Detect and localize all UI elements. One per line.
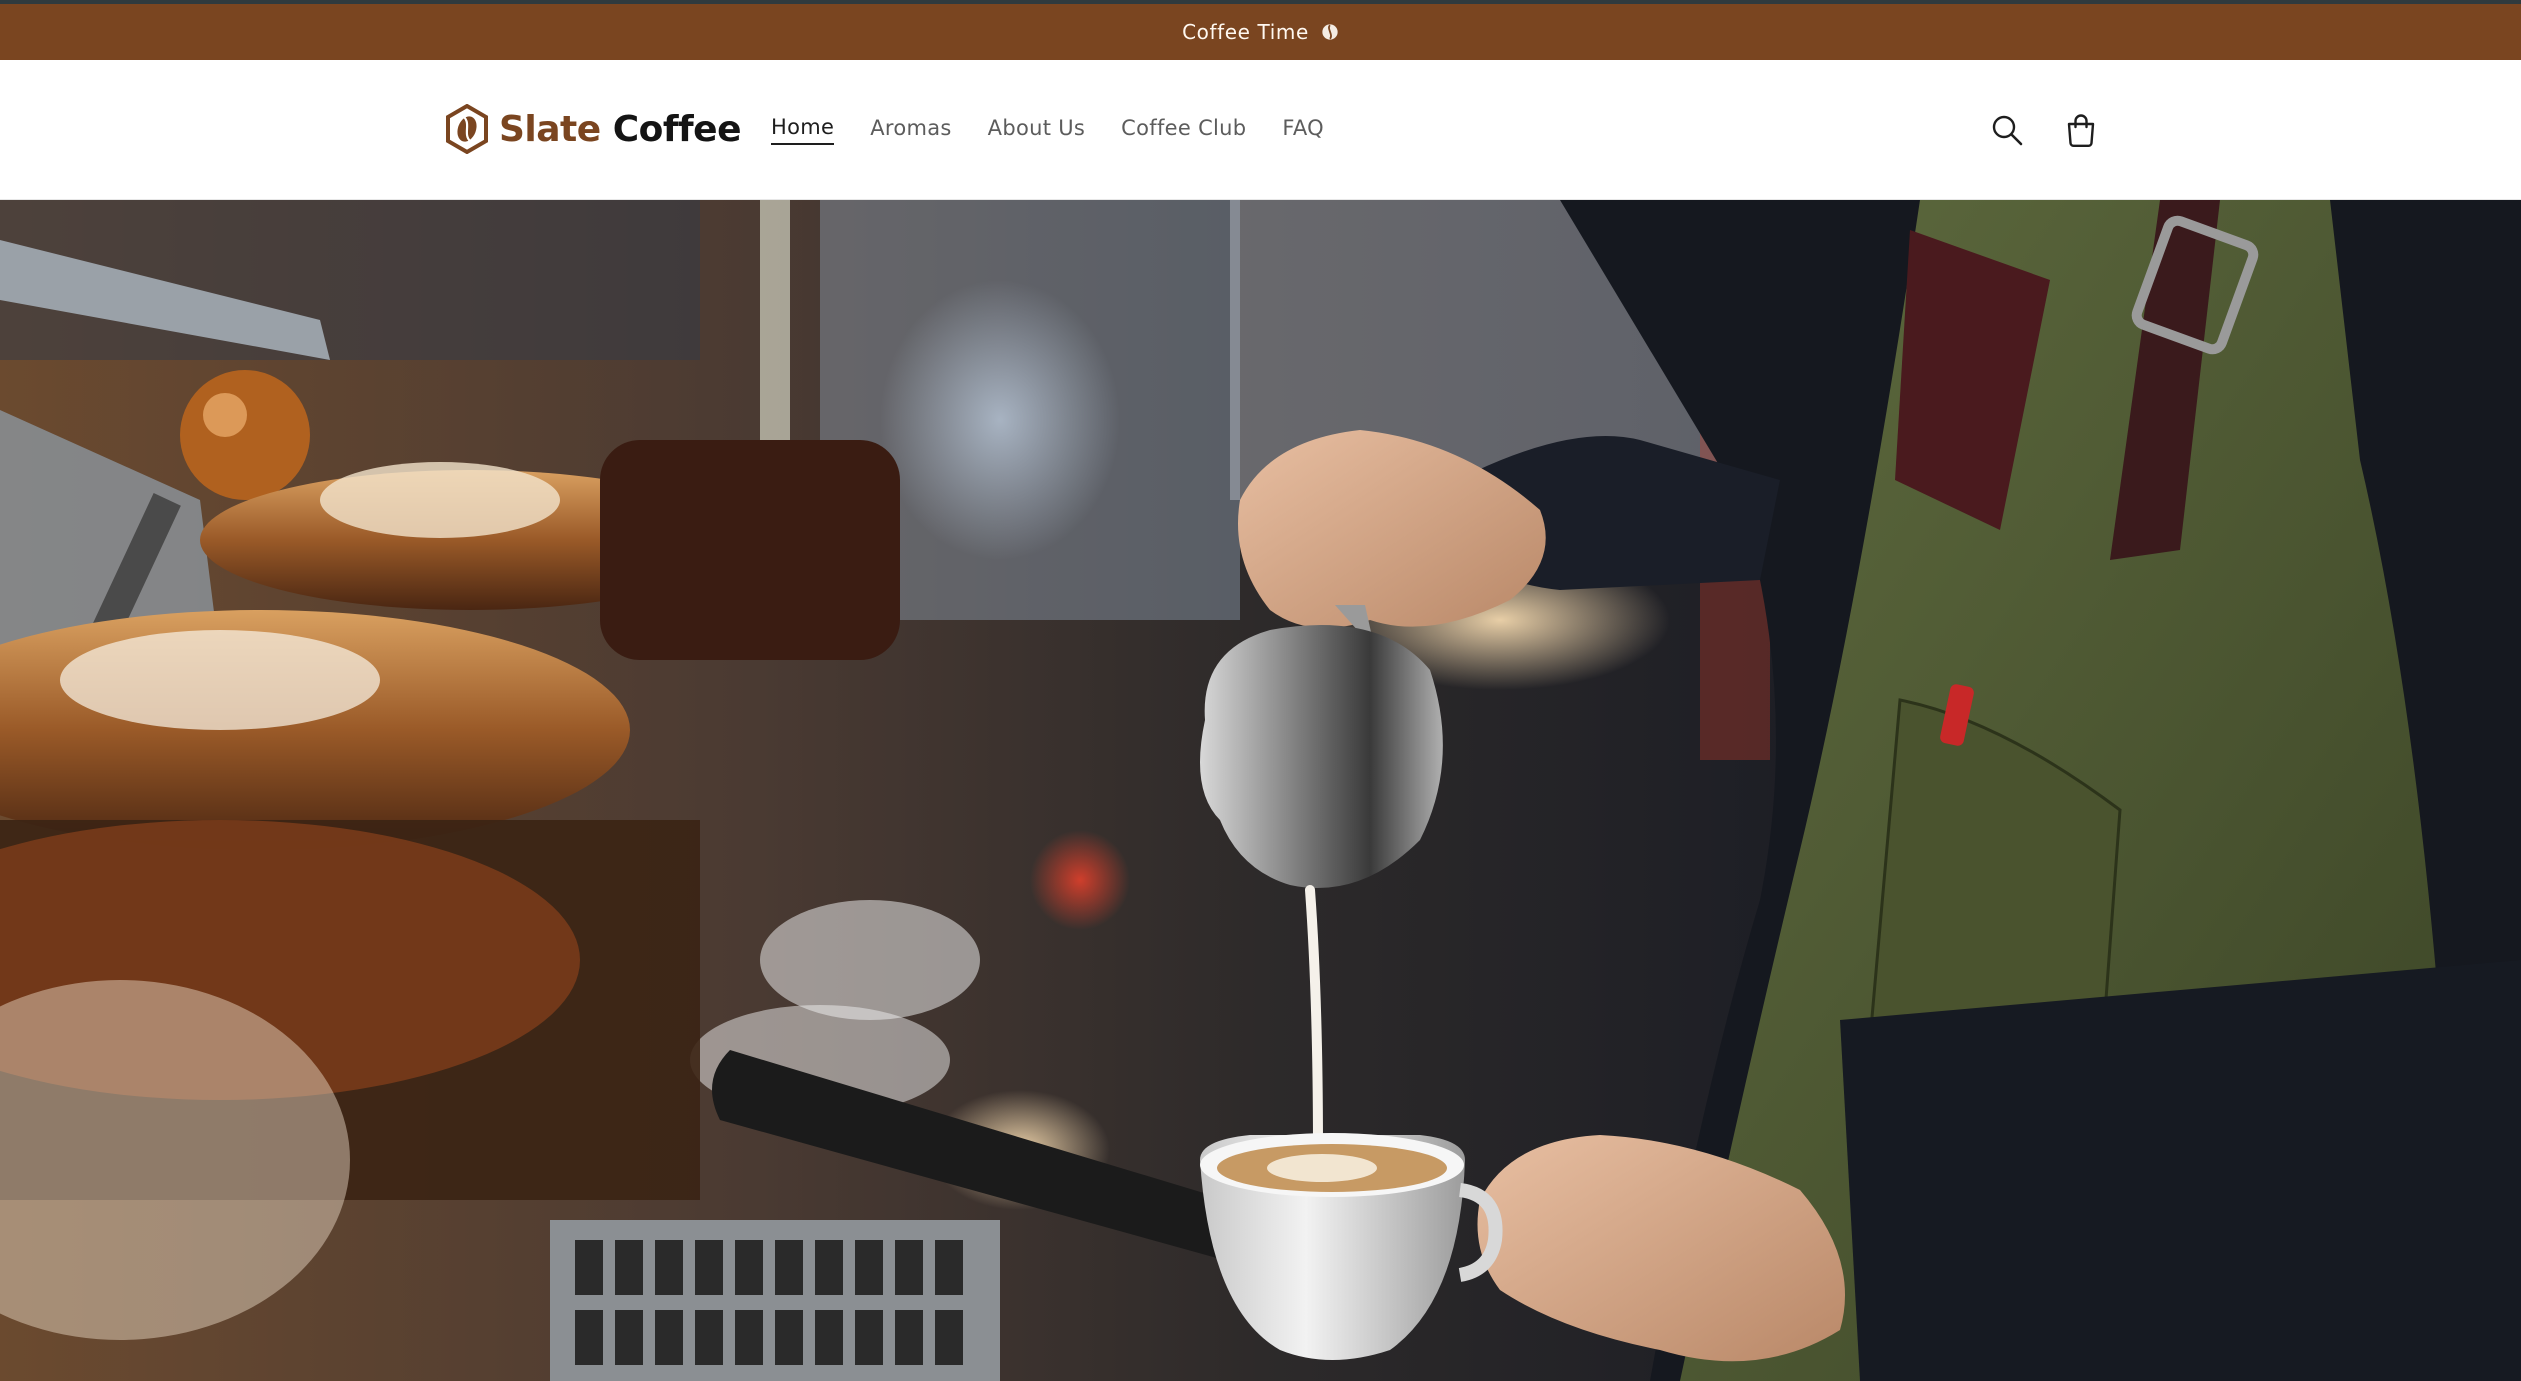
nav-item-about-us[interactable]: About Us xyxy=(988,116,1085,144)
hero-image xyxy=(0,200,2521,1381)
cart-button[interactable] xyxy=(2059,108,2103,152)
site-header: Slate Coffee Home Aromas About Us Coffee… xyxy=(0,60,2521,200)
cart-icon xyxy=(2067,114,2095,148)
search-button[interactable] xyxy=(1985,108,2029,152)
announcement-bar: Coffee Time xyxy=(0,0,2521,60)
nav-item-faq[interactable]: FAQ xyxy=(1282,116,1324,144)
site-logo[interactable]: Slate Coffee xyxy=(445,100,742,158)
main-nav: Home Aromas About Us Coffee Club FAQ xyxy=(771,110,1324,150)
brand-name-part1: Slate xyxy=(499,108,601,150)
nav-item-aromas[interactable]: Aromas xyxy=(870,116,951,144)
nav-item-home[interactable]: Home xyxy=(771,115,835,145)
hero-banner xyxy=(0,200,2521,1381)
search-icon xyxy=(1992,115,2023,146)
header-actions xyxy=(1985,108,2103,152)
coffee-bean-hexagon-icon xyxy=(446,104,488,154)
nav-item-coffee-club[interactable]: Coffee Club xyxy=(1121,116,1246,144)
coffee-bean-icon xyxy=(1322,24,1338,40)
announcement-text: Coffee Time xyxy=(1182,20,1309,44)
brand-name-part2: Coffee xyxy=(612,108,742,150)
